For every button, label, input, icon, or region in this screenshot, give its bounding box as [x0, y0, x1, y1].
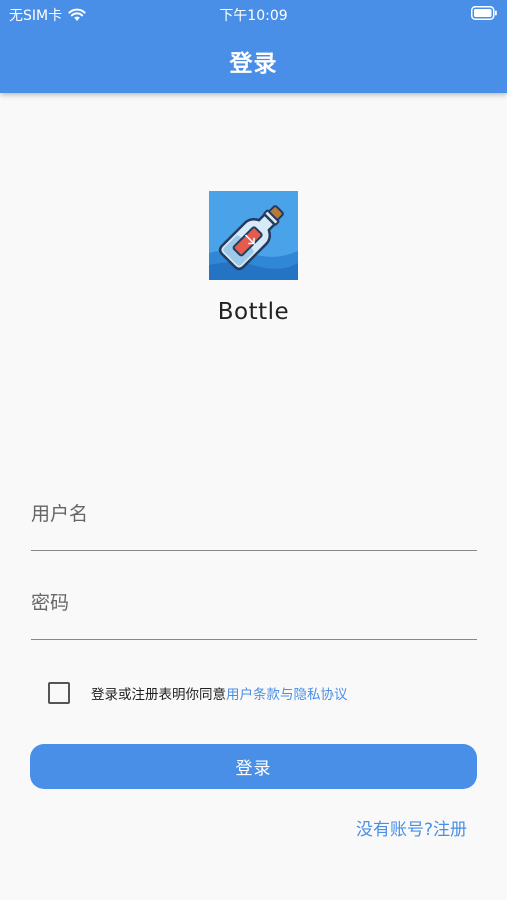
login-button[interactable]: 登录 [30, 744, 477, 789]
bottle-logo-icon [209, 191, 298, 280]
agreement-terms-link[interactable]: 用户条款与隐私协议 [226, 683, 348, 703]
status-time: 下午10:09 [219, 8, 288, 24]
password-field-container [31, 583, 477, 640]
username-input[interactable] [31, 494, 477, 534]
status-bar: 无SIM卡 下午10:09 [0, 0, 507, 28]
password-input[interactable] [31, 583, 477, 623]
username-field-container [31, 494, 477, 551]
page-title: 登录 [229, 51, 278, 77]
agreement-checkbox[interactable] [48, 682, 70, 704]
app-bar: 无SIM卡 下午10:09 登录 [0, 0, 507, 93]
agreement-row: 登录或注册表明你同意 用户条款与隐私协议 [48, 682, 348, 704]
register-link[interactable]: 没有账号?注册 [356, 815, 467, 840]
app-name: Bottle [217, 299, 290, 325]
agreement-text: 登录或注册表明你同意 [91, 687, 226, 703]
battery-icon [471, 6, 497, 20]
